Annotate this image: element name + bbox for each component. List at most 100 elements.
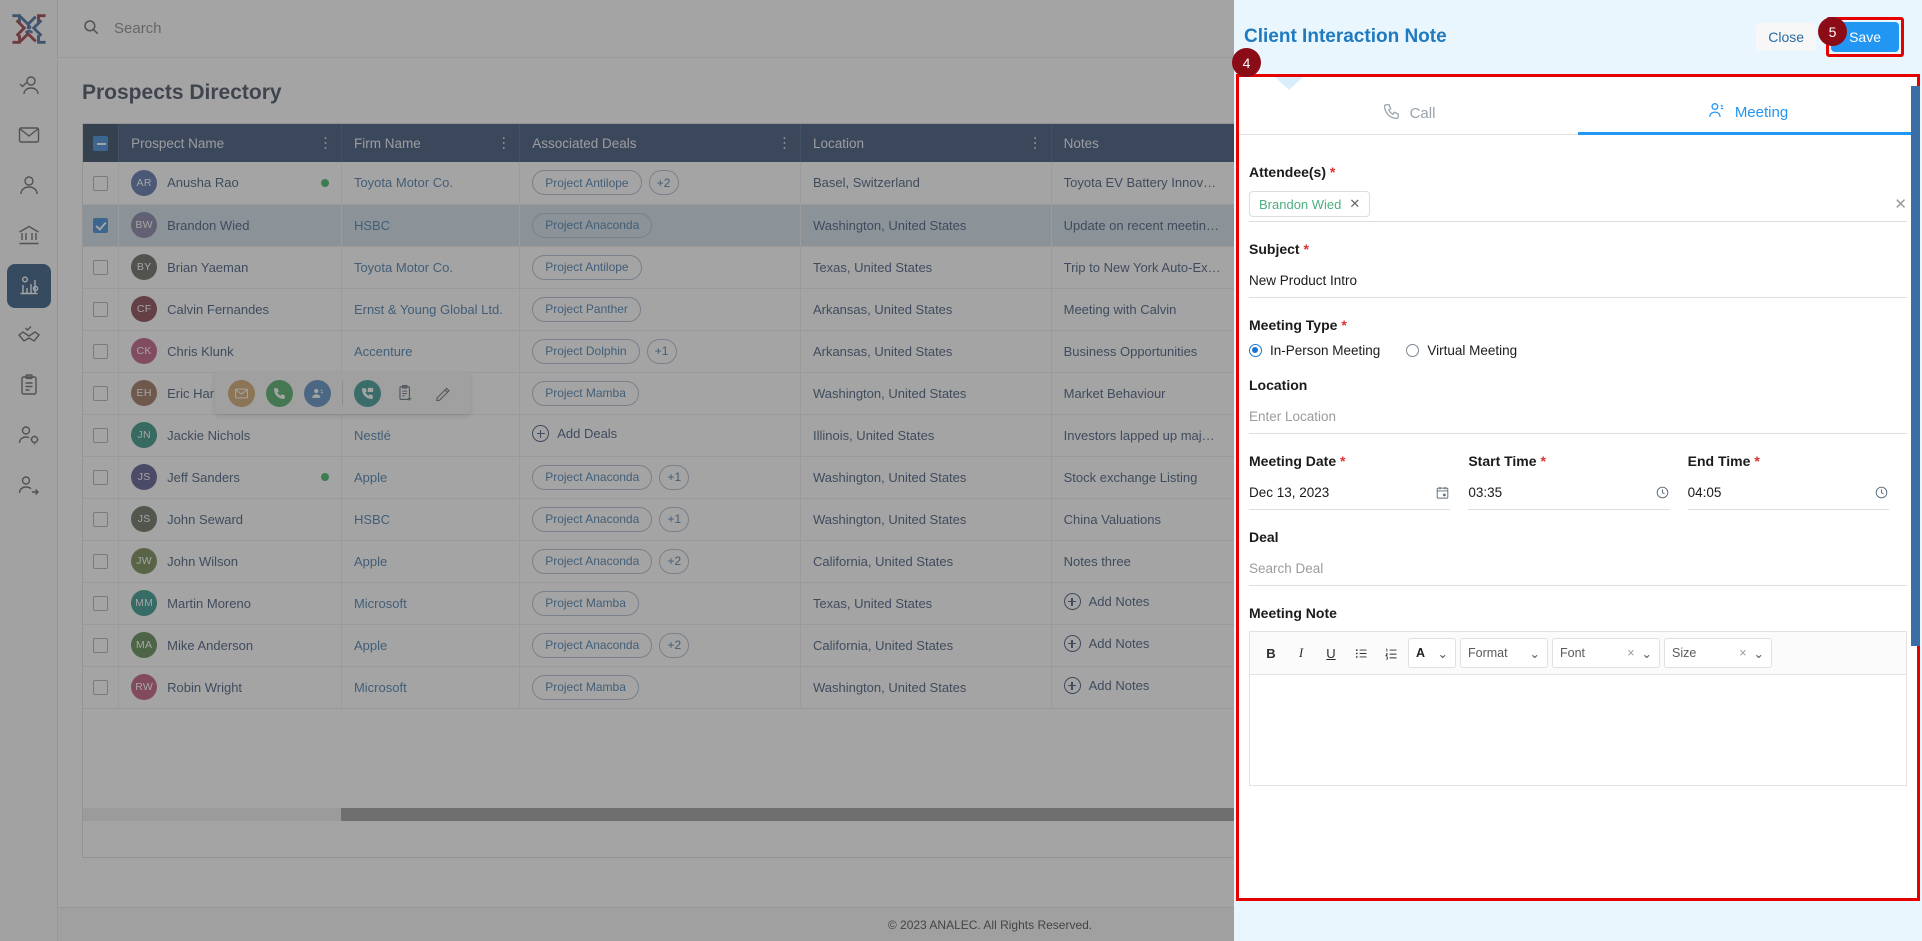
cell-associated-deals[interactable]: Project Mamba <box>519 582 801 625</box>
row-select-cell[interactable] <box>83 162 120 205</box>
sidebar-item-deals[interactable] <box>7 314 51 358</box>
radio-dot[interactable] <box>1406 344 1420 357</box>
chevron-down-icon[interactable]: ⌄ <box>1754 646 1764 661</box>
remove-attendee-icon[interactable]: ✕ <box>1349 196 1360 212</box>
firm-name-link[interactable]: Ernst & Young Global Ltd. <box>354 302 503 317</box>
numbered-list-button[interactable] <box>1378 640 1404 666</box>
column-associated-deals[interactable]: Associated Deals ⋮ <box>519 124 801 162</box>
cell-associated-deals[interactable]: Project Mamba <box>519 372 801 415</box>
clear-size-icon[interactable]: × <box>1739 646 1746 661</box>
cell-firm-name[interactable]: Toyota Motor Co. <box>341 162 521 205</box>
clock-icon[interactable] <box>1874 485 1889 500</box>
deal-chip[interactable]: Project Mamba <box>532 380 639 406</box>
firm-name-link[interactable]: Apple <box>354 554 387 569</box>
cell-associated-deals[interactable]: Project Anaconda <box>519 204 801 247</box>
firm-name-link[interactable]: Apple <box>354 638 387 653</box>
add-notes-button[interactable]: Add Notes <box>1063 677 1149 694</box>
kebab-icon[interactable]: ⋮ <box>1028 136 1043 151</box>
sidebar-item-prospects[interactable] <box>7 164 51 208</box>
radio-in-person-meeting[interactable]: In-Person Meeting <box>1249 343 1380 358</box>
edit-icon[interactable] <box>430 380 457 407</box>
cell-firm-name[interactable]: Apple <box>341 456 521 499</box>
column-prospect-name[interactable]: Prospect Name ⋮ <box>118 124 342 162</box>
cell-associated-deals[interactable]: Project Dolphin +1 <box>519 330 801 373</box>
cell-prospect-name[interactable]: AR Anusha Rao <box>118 162 342 205</box>
chevron-down-icon[interactable]: ⌄ <box>1642 646 1652 661</box>
start-time-input[interactable]: 03:35 <box>1468 476 1670 510</box>
row-select-cell[interactable] <box>83 372 120 415</box>
row-checkbox[interactable] <box>93 344 109 360</box>
radio-virtual-meeting[interactable]: Virtual Meeting <box>1406 343 1517 358</box>
kebab-icon[interactable]: ⋮ <box>318 136 333 151</box>
calendar-icon[interactable] <box>1435 485 1450 500</box>
row-select-cell[interactable] <box>83 456 120 499</box>
deal-more-chip[interactable]: +2 <box>659 548 690 574</box>
meeting-icon[interactable] <box>304 379 331 407</box>
horizontal-scrollbar[interactable] <box>83 808 1245 821</box>
deal-more-chip[interactable]: +1 <box>646 338 677 364</box>
column-firm-name[interactable]: Firm Name ⋮ <box>341 124 521 162</box>
cell-prospect-name[interactable]: CK Chris Klunk <box>118 330 342 373</box>
deal-chip[interactable]: Project Anaconda <box>532 548 653 574</box>
location-input[interactable]: Enter Location <box>1249 400 1907 434</box>
add-notes-button[interactable]: Add Notes <box>1063 593 1149 610</box>
cell-associated-deals[interactable]: Project Anaconda +1 <box>519 498 801 541</box>
sidebar-item-institutions[interactable] <box>7 214 51 258</box>
font-select[interactable]: Font × ⌄ <box>1552 638 1660 668</box>
meeting-note-textarea[interactable] <box>1250 675 1906 785</box>
clock-icon[interactable] <box>1655 485 1670 500</box>
sidebar-item-tasks[interactable] <box>7 364 51 408</box>
cell-associated-deals[interactable]: Project Anaconda +1 <box>519 456 801 499</box>
panel-scrollbar[interactable] <box>1911 86 1920 646</box>
deal-chip[interactable]: Project Dolphin <box>532 338 640 364</box>
cell-associated-deals[interactable]: Project Mamba <box>519 666 801 709</box>
cell-prospect-name[interactable]: MA Mike Anderson <box>118 624 342 667</box>
deal-more-chip[interactable]: +1 <box>659 506 690 532</box>
cell-associated-deals[interactable]: Project Antilope +2 <box>519 162 801 205</box>
tab-call[interactable]: Call <box>1239 93 1578 135</box>
cell-prospect-name[interactable]: MM Martin Moreno <box>118 582 342 625</box>
cell-firm-name[interactable]: Apple <box>341 540 521 583</box>
underline-button[interactable]: U <box>1318 640 1344 666</box>
row-action-toolbar[interactable] <box>215 372 470 414</box>
deal-chip[interactable]: Project Antilope <box>532 170 642 196</box>
call-note-icon[interactable] <box>354 379 381 407</box>
firm-name-link[interactable]: Toyota Motor Co. <box>354 175 453 190</box>
clear-attendees-icon[interactable]: ✕ <box>1894 195 1907 213</box>
cell-prospect-name[interactable]: JN Jackie Nichols <box>118 414 342 457</box>
firm-name-link[interactable]: HSBC <box>354 218 390 233</box>
sidebar-item-mail[interactable] <box>7 114 51 158</box>
sidebar-item-settings[interactable] <box>7 414 51 458</box>
row-select-cell[interactable] <box>83 288 120 331</box>
row-select-cell[interactable] <box>83 540 120 583</box>
deal-more-chip[interactable]: +2 <box>648 170 679 196</box>
row-select-cell[interactable] <box>83 582 120 625</box>
column-location[interactable]: Location ⋮ <box>800 124 1052 162</box>
row-checkbox[interactable] <box>93 175 109 191</box>
kebab-icon[interactable]: ⋮ <box>496 136 511 151</box>
deal-chip[interactable]: Project Anaconda <box>532 464 653 490</box>
row-checkbox[interactable] <box>93 302 109 318</box>
chevron-down-icon[interactable]: ⌄ <box>1438 646 1448 661</box>
row-checkbox[interactable] <box>93 638 109 654</box>
cell-firm-name[interactable]: Apple <box>341 624 521 667</box>
cell-firm-name[interactable]: Microsoft <box>341 582 521 625</box>
firm-name-link[interactable]: HSBC <box>354 512 390 527</box>
row-checkbox[interactable] <box>93 428 109 444</box>
format-select[interactable]: Format ⌄ <box>1460 638 1548 668</box>
row-select-cell[interactable] <box>83 498 120 541</box>
row-select-cell[interactable] <box>83 204 120 247</box>
cell-prospect-name[interactable]: BY Brian Yaeman <box>118 246 342 289</box>
kebab-icon[interactable]: ⋮ <box>777 136 792 151</box>
deal-chip[interactable]: Project Antilope <box>532 254 642 280</box>
cell-associated-deals[interactable]: Project Anaconda +2 <box>519 540 801 583</box>
add-notes-button[interactable]: Add Notes <box>1063 635 1149 652</box>
cell-associated-deals[interactable]: Project Anaconda +2 <box>519 624 801 667</box>
sidebar-item-analytics[interactable] <box>6 264 51 308</box>
select-all-header[interactable] <box>83 124 120 162</box>
deal-more-chip[interactable]: +1 <box>659 464 690 490</box>
cell-firm-name[interactable]: Microsoft <box>341 666 521 709</box>
subject-input[interactable]: New Product Intro <box>1249 264 1907 298</box>
row-select-cell[interactable] <box>83 666 120 709</box>
size-select[interactable]: Size × ⌄ <box>1664 638 1772 668</box>
